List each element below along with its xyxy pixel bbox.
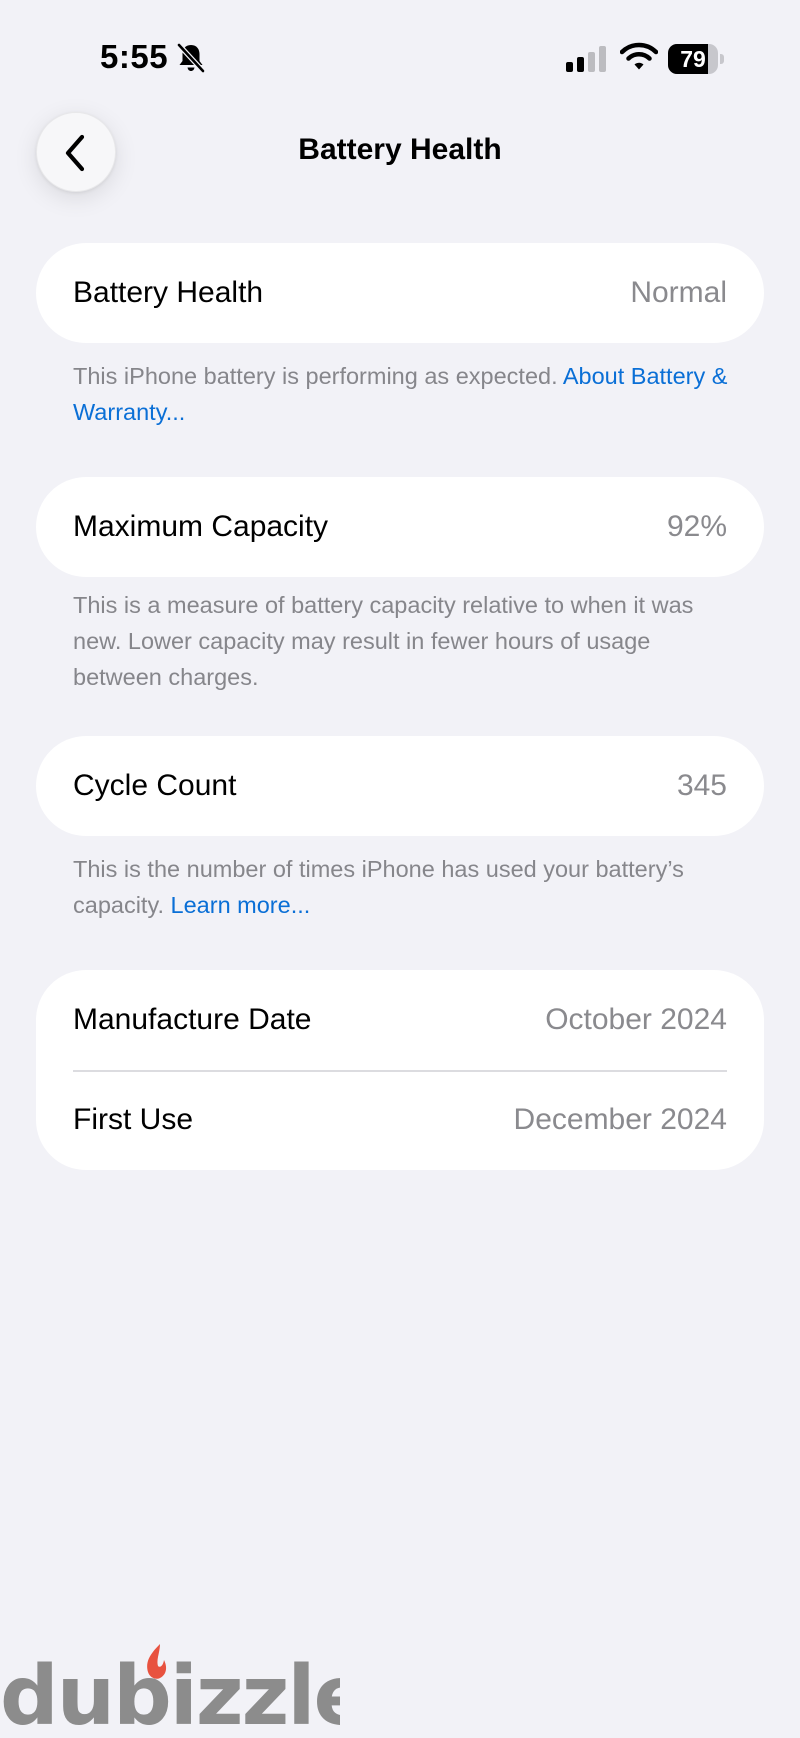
cycle-count-value: 345 <box>676 769 727 802</box>
battery-level-text: 79 <box>680 46 706 72</box>
manufacture-date-value: October 2024 <box>545 1003 727 1036</box>
maximum-capacity-footnote: This is a measure of battery capacity re… <box>73 592 694 690</box>
first-use-value: December 2024 <box>513 1103 727 1136</box>
battery-dates-card: Manufacture Date October 2024 First Use … <box>36 970 764 1170</box>
wifi-icon <box>619 42 659 72</box>
cycle-count-row: Cycle Count 345 <box>36 736 764 836</box>
manufacture-date-label: Manufacture Date <box>73 1003 312 1036</box>
battery-cap <box>720 54 724 64</box>
battery-health-footnote: This iPhone battery is performing as exp… <box>73 358 733 430</box>
battery-icon: 79 <box>668 44 726 74</box>
learn-more-link[interactable]: Learn more... <box>171 892 311 918</box>
cycle-count-footnote-text: This is the number of times iPhone has u… <box>73 856 684 918</box>
maximum-capacity-label: Maximum Capacity <box>73 510 329 543</box>
cycle-count-label: Cycle Count <box>73 769 237 802</box>
battery-health-footnote-text: This iPhone battery is performing as exp… <box>73 363 563 389</box>
dubizzle-watermark: dubizzle <box>0 1640 340 1730</box>
battery-health-row: Battery Health Normal <box>36 243 764 343</box>
watermark-text: dubizzle <box>0 1649 340 1730</box>
cycle-count-card: Cycle Count 345 <box>36 736 764 836</box>
cycle-count-footnote: This is the number of times iPhone has u… <box>73 851 733 923</box>
maximum-capacity-card: Maximum Capacity 92% <box>36 477 764 577</box>
battery-health-value: Normal <box>630 276 727 309</box>
status-time: 5:55 <box>100 38 169 75</box>
manufacture-date-row: Manufacture Date October 2024 <box>36 970 764 1072</box>
page-title: Battery Health <box>298 133 502 166</box>
battery-health-card: Battery Health Normal <box>36 243 764 343</box>
status-bar: 5:55 79 <box>0 0 800 110</box>
bell-slash-icon <box>176 42 206 74</box>
first-use-label: First Use <box>73 1103 193 1136</box>
dubizzle-logo: dubizzle <box>0 1644 340 1730</box>
battery-body: 79 <box>668 44 718 74</box>
maximum-capacity-row: Maximum Capacity 92% <box>36 477 764 577</box>
battery-health-label: Battery Health <box>73 276 264 309</box>
first-use-row: First Use December 2024 <box>36 1070 764 1170</box>
cellular-signal-icon <box>566 46 608 72</box>
maximum-capacity-value: 92% <box>666 510 727 543</box>
